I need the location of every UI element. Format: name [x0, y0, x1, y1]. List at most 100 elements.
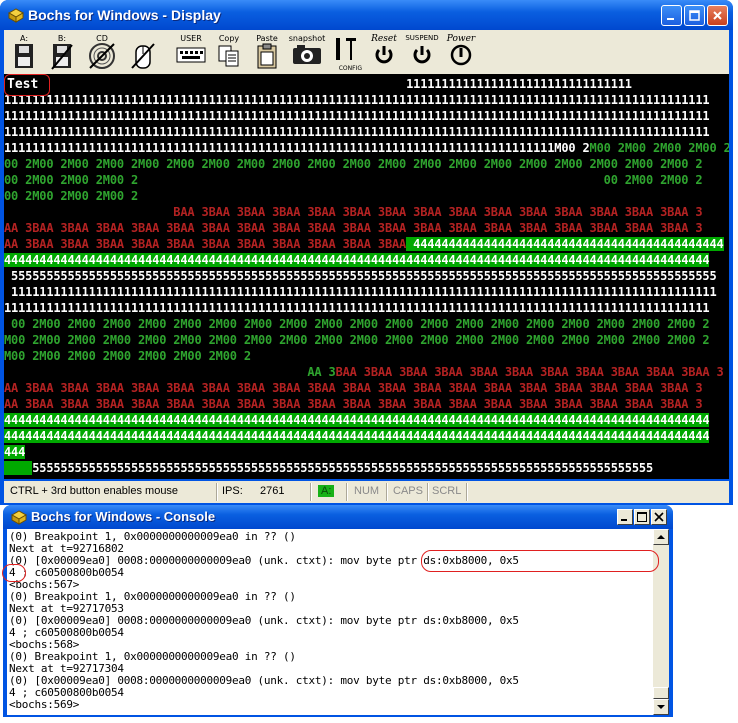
screen-text-run: 5555555555555555555555555555555555555555… [32, 461, 654, 475]
screen-text-run: BAA 3BAA 3BAA 3BAA 3BAA 3BAA 3BAA 3BAA 3… [4, 205, 703, 219]
screen-text-run: 1111111111111111111111111111111111111111… [4, 285, 717, 299]
suspend-button[interactable]: SUSPEND [404, 30, 440, 74]
screen-row: 4444444444444444444444444444444444444444… [4, 252, 729, 268]
screen-text-run: 1111111111111111111111111111111111111111… [4, 93, 710, 107]
screen-row: 00 2M00 2M00 2M00 2 [4, 188, 729, 204]
screen-text-run: AA 3BAA 3BAA 3BAA 3BAA 3BAA 3BAA 3BAA 3B… [4, 221, 703, 235]
floppy-a-button[interactable]: A: [8, 30, 40, 74]
display-statusbar: CTRL + 3rd button enables mouse IPS: 276… [4, 481, 729, 503]
screen-row: 444 [4, 444, 729, 460]
screen-text-run: M00 2M00 2M00 2M00 2M00 2M00 2M00 2 [4, 349, 251, 363]
screen-text-run: 4444444444444444444444444444444444444444… [406, 237, 724, 251]
screen-row: AA 3BAA 3BAA 3BAA 3BAA 3BAA 3BAA 3BAA 3B… [4, 220, 729, 236]
console-minimize-button[interactable] [617, 509, 633, 525]
screen-row: 1111111111111111111111111111111111111111… [4, 284, 729, 300]
paste-button[interactable]: Paste [252, 30, 282, 74]
screen-row: BAA 3BAA 3BAA 3BAA 3BAA 3BAA 3BAA 3BAA 3… [4, 204, 729, 220]
minimize-button[interactable] [661, 5, 682, 26]
floppy-b-button[interactable]: B: [46, 30, 78, 74]
screen-text-run: 00 2M00 2M00 2M00 2 [4, 189, 139, 203]
screen-text-run: 4444444444444444444444444444444444444444… [4, 413, 710, 427]
screen-row: 1111111111111111111111111111111111111111… [4, 108, 729, 124]
screen-row: AA 3BAA 3BAA 3BAA 3BAA 3BAA 3BAA 3BAA 3B… [4, 364, 729, 380]
screen-row: 4444444444444444444444444444444444444444… [4, 428, 729, 444]
screen-row: 5555555555555555555555555555555555555555… [4, 268, 729, 284]
ips-label: IPS: [222, 485, 243, 497]
reset-button[interactable]: Reset [366, 30, 402, 74]
config-tools-icon [336, 38, 356, 60]
bochs-app-icon [7, 7, 25, 23]
display-titlebar[interactable]: Bochs for Windows - Display [0, 0, 733, 30]
screen-text-run [4, 461, 33, 475]
screen-row: 1111111111111111111111111111111111111111… [4, 300, 729, 316]
operand-annotation-circle [2, 564, 26, 582]
console-window: Bochs for Windows - Console (0) Breakpoi… [3, 505, 673, 717]
screen-text-run: AA 3 [4, 365, 336, 379]
console-line: <bochs:569> [9, 698, 80, 711]
floppy-disk-icon [51, 44, 73, 70]
screen-row: 4444444444444444444444444444444444444444… [4, 412, 729, 428]
config-button[interactable]: CONFIG [328, 30, 362, 74]
copy-button[interactable]: Copy [214, 30, 244, 74]
config-label: CONFIG [338, 65, 362, 72]
screen-row: 1111111111111111111111111111111111111111… [4, 92, 729, 108]
mouse-button[interactable] [126, 30, 160, 74]
mouse-icon [131, 43, 155, 69]
test-annotation-circle [4, 74, 50, 96]
num-lock-indicator: NUM [354, 485, 380, 497]
screen-text-run: 1111111111111111111111111111111111111111… [4, 141, 590, 155]
screen-row: 1111111111111111111111111111111111111111… [4, 140, 729, 156]
emulator-screen[interactable]: 11111111111111111111111111111111 11111111… [4, 74, 729, 479]
screen-text-run [25, 445, 716, 459]
reset-icon [375, 46, 393, 64]
screen-text-run: BAA 3BAA 3BAA 3BAA 3BAA 3BAA 3BAA 3BAA 3… [335, 365, 724, 379]
screen-row: M00 2M00 2M00 2M00 2M00 2M00 2M00 2M00 2… [4, 332, 729, 348]
status-separator [310, 483, 312, 501]
power-button[interactable]: Power [442, 30, 480, 74]
instruction-annotation-circle [421, 550, 659, 572]
reset-label: Reset [371, 34, 397, 44]
caps-lock-indicator: CAPS [393, 485, 423, 497]
keyboard-icon [176, 47, 206, 63]
screen-row: 1111111111111111111111111111111111111111… [4, 124, 729, 140]
status-separator [386, 483, 388, 501]
screen-text-run: M00 2M00 2M00 2M00 2M00 2M00 2M00 2M00 2… [589, 141, 729, 155]
floppy-disk-icon [15, 44, 33, 68]
screen-text-run: 00 2M00 2M00 2M00 2M00 2M00 2M00 2M00 2M… [4, 317, 710, 331]
screen-text-run: 00 2M00 2M00 2M00 2 00 2M00 2M00 2 [4, 173, 703, 187]
display-window: Bochs for Windows - Display A: B: CD USE… [0, 0, 733, 505]
close-button[interactable] [707, 5, 728, 26]
power-icon [450, 44, 472, 66]
mouse-hint-text: CTRL + 3rd button enables mouse [10, 485, 179, 497]
screen-row: 00 2M00 2M00 2M00 2M00 2M00 2M00 2M00 2M… [4, 316, 729, 332]
screen-text-run: M00 2M00 2M00 2M00 2M00 2M00 2M00 2M00 2… [4, 333, 710, 347]
suspend-icon [413, 46, 431, 64]
scroll-up-arrow[interactable] [653, 529, 669, 545]
scroll-down-arrow[interactable] [653, 699, 669, 715]
user-button[interactable]: USER [172, 30, 210, 74]
screen-text-run: 1111111111111111111111111111111111111111… [4, 109, 710, 123]
console-window-title: Bochs for Windows - Console [31, 509, 216, 524]
screen-text-run: AA 3BAA 3BAA 3BAA 3BAA 3BAA 3BAA 3BAA 3B… [4, 381, 703, 395]
cdrom-icon [89, 43, 115, 69]
paste-icon [257, 43, 277, 69]
snapshot-button[interactable]: snapshot [288, 30, 326, 74]
screen-row: M00 2M00 2M00 2M00 2M00 2M00 2M00 2 [4, 348, 729, 364]
console-maximize-button[interactable] [634, 509, 650, 525]
status-separator [346, 483, 348, 501]
screen-row: 00 2M00 2M00 2M00 2 00 2M00 2M00 2 [4, 172, 729, 188]
console-close-button[interactable] [651, 509, 667, 525]
screen-row: AA 3BAA 3BAA 3BAA 3BAA 3BAA 3BAA 3BAA 3B… [4, 380, 729, 396]
screen-row: 00 2M00 2M00 2M00 2M00 2M00 2M00 2M00 2M… [4, 156, 729, 172]
status-separator [216, 483, 218, 501]
screen-text-run: 4444444444444444444444444444444444444444… [4, 253, 710, 267]
screen-row: 5555555555555555555555555555555555555555… [4, 460, 729, 476]
screen-text-run: 1111111111111111111111111111111111111111… [4, 125, 710, 139]
scroll-lock-indicator: SCRL [432, 485, 462, 497]
screen-text-run: 00 2M00 2M00 2M00 2M00 2M00 2M00 2M00 2M… [4, 157, 703, 171]
cdrom-button[interactable]: CD [84, 30, 120, 74]
screen-text-run: 444 [4, 445, 26, 459]
console-titlebar[interactable]: Bochs for Windows - Console [3, 505, 673, 529]
maximize-button[interactable] [684, 5, 705, 26]
scroll-thumb[interactable] [653, 687, 669, 699]
